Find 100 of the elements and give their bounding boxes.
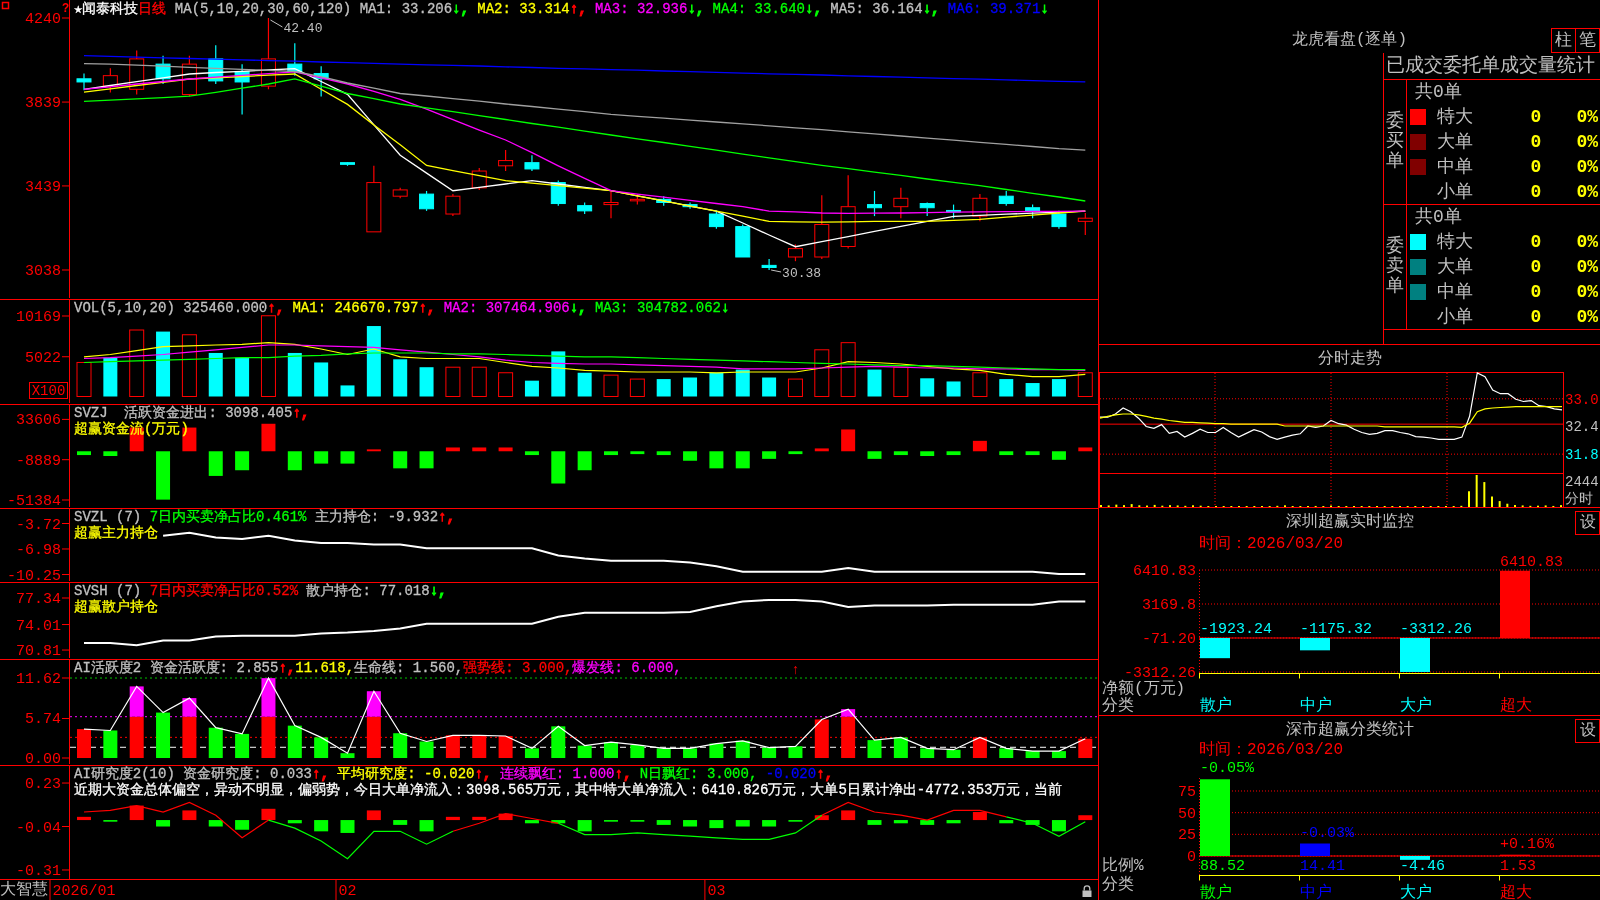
bar-change-label: -0.03% — [1300, 824, 1354, 842]
y-tick-label: 3038 — [25, 263, 61, 280]
order-count: 0 — [1530, 156, 1542, 177]
y-tick-label: 3439 — [25, 178, 61, 196]
y-tick-label: 5.74 — [25, 711, 61, 729]
category-label: 散户 — [1200, 697, 1232, 715]
y-tick-label: -8889 — [16, 452, 61, 470]
y-tick-label: -71.20 — [1142, 631, 1196, 648]
indicator-header: AI研究度2(10) 资金研究度: 0.033↑, 平均研究度: -0.020↑, 连续飘红: 1.000↑, N日飘红: 3.000, -0.020↑, — [74, 766, 833, 782]
indicator-caption: 超赢主力持仓 — [74, 525, 158, 541]
category-label: 超大 — [1500, 697, 1532, 715]
order-count: 0 — [1530, 257, 1542, 277]
date-text: 时间：2026/03/20 — [1199, 536, 1343, 553]
date-label: 2026/01 — [52, 883, 116, 900]
y-tick-label: 11.62 — [16, 671, 61, 688]
order-percent: 0% — [1576, 132, 1598, 152]
y-tick-label: 77.34 — [16, 591, 61, 608]
y-tick-label: 74.01 — [16, 617, 61, 635]
y-tick-label: 0.23 — [25, 776, 61, 794]
order-percent: 0% — [1576, 156, 1598, 177]
price-annotation: 42.40 — [269, 19, 323, 36]
category-label: 中户 — [1300, 697, 1332, 715]
category-label: 中户 — [1300, 884, 1332, 900]
category-label: 大户 — [1400, 884, 1432, 900]
y-tick-label: -6.98 — [16, 541, 61, 559]
y-tick-label: 6410.83 — [1133, 563, 1196, 580]
y-tick-label: 10169 — [16, 309, 61, 326]
bar-value-label: -4.46 — [1400, 858, 1445, 875]
order-size-label: 特大 — [1437, 107, 1473, 128]
y-tick-label: -0.31 — [16, 863, 61, 880]
indicator-header: VOL(5,10,20) 325460.000↑, MA1: 246670.797↑, MA2: 307464.906↓, MA3: 304782.062↓ — [74, 300, 730, 316]
order-count: 0 — [1530, 306, 1542, 327]
y-tick-label: 5022 — [25, 349, 61, 367]
panel-title: 龙虎看盘(逐单) — [1291, 30, 1408, 50]
y-tick-label: -3.72 — [16, 516, 61, 534]
order-count: 0 — [1530, 281, 1542, 302]
order-size-label: 中单 — [1437, 156, 1473, 177]
bar-change-label: -0.05% — [1200, 760, 1254, 778]
order-size-label: 中单 — [1437, 281, 1473, 302]
order-size-label: 特大 — [1437, 232, 1473, 253]
price-annotation: 30.38 — [770, 266, 822, 281]
y-tick-label: 4240 — [25, 11, 61, 28]
indicator-header: SVZL (7) 7日内买卖净占比0.461% 主力持仓: -9.932↑, — [74, 509, 455, 525]
indicator-header: SVSH (7) 7日内买卖净占比0.52% 散户持仓: 77.018↓, — [74, 583, 447, 599]
axis-label: 分时 — [1565, 491, 1593, 507]
brand-name: 大智慧 — [0, 880, 48, 900]
indicator-caption: 近期大资金总体偏空，异动不明显，偏弱势，今日大单净流入：3098.565万元，其中特大单净流入：6410.826万元，大单5日累计净出-4772.353万元，当前 — [74, 782, 1063, 798]
bar-value-label: -1175.32 — [1300, 621, 1372, 638]
y-tick-label: -51384 — [7, 493, 61, 508]
side-label: 委卖单 — [1386, 237, 1404, 297]
order-count: 0 — [1530, 107, 1542, 128]
order-percent: 0% — [1576, 257, 1598, 277]
y-tick-label: -10.25 — [7, 567, 61, 582]
order-size-label: 小单 — [1437, 306, 1473, 327]
y-tick-label: 25 — [1178, 827, 1196, 845]
order-percent: 0% — [1576, 281, 1598, 302]
bar-value-label: -3312.26 — [1400, 621, 1472, 638]
y-tick-label: 75 — [1178, 784, 1196, 801]
indicator-header: SVZJ 活跃资金进出: 3098.405↑, — [74, 405, 310, 421]
date-label: 03 — [707, 883, 726, 900]
category-label: 超大 — [1500, 884, 1532, 900]
order-count: 0 — [1530, 181, 1542, 202]
indicator-caption: 超赢散户持仓 — [74, 599, 158, 615]
y-tick-label: 31.8 — [1565, 447, 1599, 464]
side-label: 委买单 — [1386, 112, 1404, 172]
order-count: 0 — [1530, 232, 1542, 253]
scale-label: 2444 — [1565, 474, 1599, 490]
axis-label: 分类 — [1102, 876, 1134, 894]
order-total: 共0单 — [1415, 207, 1462, 228]
indicator-header: ★闻泰科技日线 MA(5,10,20,30,60,120) MA1: 33.206↓, MA2: 33.314↑, MA3: 32.936↓, MA4: 33.640↓, MA5: 36.164↓, MA6: 39.371↓ — [74, 1, 1049, 17]
y-tick-label: 3169.8 — [1142, 597, 1196, 614]
axis-label: 比例% — [1102, 857, 1144, 875]
table-title: 已成交委托单成交量统计 — [1386, 54, 1595, 78]
y-tick-label: 33606 — [16, 412, 61, 430]
category-label: 散户 — [1200, 884, 1232, 900]
order-percent: 0% — [1576, 181, 1598, 202]
y-tick-label: 0.00 — [25, 751, 61, 765]
bar-value-label: -1923.24 — [1200, 621, 1272, 638]
panel-title: 分时走势 — [1317, 348, 1382, 369]
indicator-header: AI活跃度2 资金活跃度: 2.855↑,11.618,生命线: 1.560,强势线: 3.000,爆发线: 6.000, — [74, 660, 682, 676]
order-total: 共0单 — [1415, 82, 1462, 103]
panel-title: 深市超赢分类统计 — [1285, 719, 1414, 740]
annotation: 42.40 — [283, 21, 323, 37]
panel-title: 深圳超赢实时监控 — [1285, 511, 1414, 532]
y-tick-label: 3839 — [25, 95, 61, 113]
y-tick-label: 50 — [1178, 805, 1196, 823]
y-tick-label: 0 — [1187, 849, 1196, 866]
bar-change-label: +0.16% — [1500, 835, 1554, 853]
bar-value-label: 88.52 — [1200, 858, 1245, 875]
date-label: 02 — [338, 883, 357, 900]
bar-value-label: 14.41 — [1300, 858, 1345, 875]
order-size-label: 大单 — [1437, 132, 1473, 152]
y-tick-label: 33.0 — [1565, 391, 1599, 408]
y-tick-label: -0.04 — [16, 819, 61, 837]
order-percent: 0% — [1576, 232, 1598, 253]
signal-arrow: ↑ — [791, 662, 800, 678]
date-text: 时间：2026/03/20 — [1199, 741, 1343, 759]
order-count: 0 — [1530, 132, 1542, 152]
order-percent: 0% — [1576, 107, 1598, 128]
axis-label: 分类 — [1102, 697, 1134, 715]
